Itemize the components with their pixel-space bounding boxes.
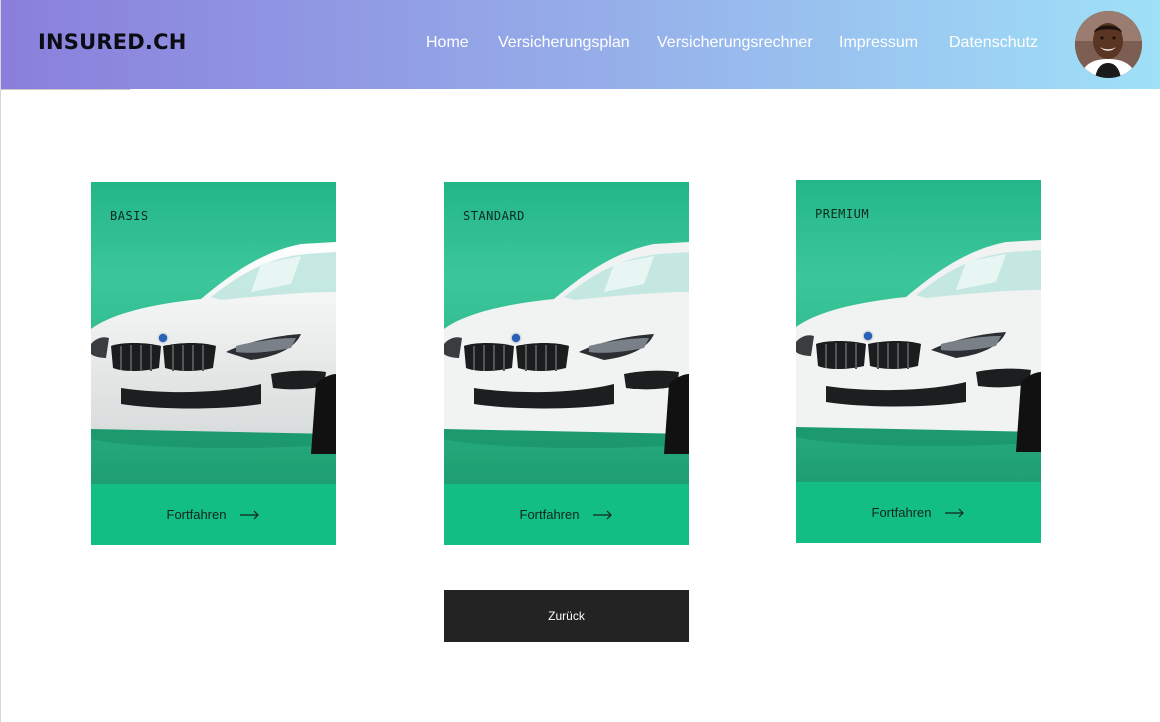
plan-label: PREMIUM — [815, 207, 870, 221]
continue-button-basis[interactable]: Fortfahren — [91, 484, 336, 545]
back-button[interactable]: Zurück — [444, 590, 689, 642]
continue-label: Fortfahren — [166, 507, 227, 522]
car-image: BASIS — [91, 182, 336, 484]
continue-label: Fortfahren — [519, 507, 580, 522]
nav-home[interactable]: Home — [426, 34, 469, 52]
continue-label: Fortfahren — [871, 505, 932, 520]
top-navigation-bar: INSURED.CH Home Versicherungsplan Versic… — [1, 0, 1160, 89]
plan-label: STANDARD — [463, 209, 525, 223]
nav-versicherungsplan[interactable]: Versicherungsplan — [498, 34, 630, 52]
header-divider — [1, 89, 130, 90]
car-image: PREMIUM — [796, 180, 1041, 482]
arrow-right-icon — [240, 510, 260, 519]
continue-button-premium[interactable]: Fortfahren — [796, 482, 1041, 543]
car-illustration — [796, 240, 1041, 452]
car-image: STANDARD — [444, 182, 689, 484]
plan-label: BASIS — [110, 209, 149, 223]
avatar[interactable] — [1075, 11, 1142, 78]
user-avatar-photo — [1075, 11, 1142, 78]
car-illustration — [91, 242, 336, 454]
plan-card-premium: PREMIUM Fortfahren — [796, 180, 1041, 543]
nav-versicherungsrechner[interactable]: Versicherungsrechner — [657, 34, 813, 52]
arrow-right-icon — [593, 510, 613, 519]
brand-logo[interactable]: INSURED.CH — [38, 30, 186, 54]
plan-card-basis: BASIS Fortfahren — [91, 182, 336, 545]
plan-card-standard: STANDARD Fortfahren — [444, 182, 689, 545]
nav-impressum[interactable]: Impressum — [839, 34, 918, 52]
nav-datenschutz[interactable]: Datenschutz — [949, 34, 1038, 52]
arrow-right-icon — [945, 508, 965, 517]
continue-button-standard[interactable]: Fortfahren — [444, 484, 689, 545]
car-illustration — [444, 242, 689, 454]
